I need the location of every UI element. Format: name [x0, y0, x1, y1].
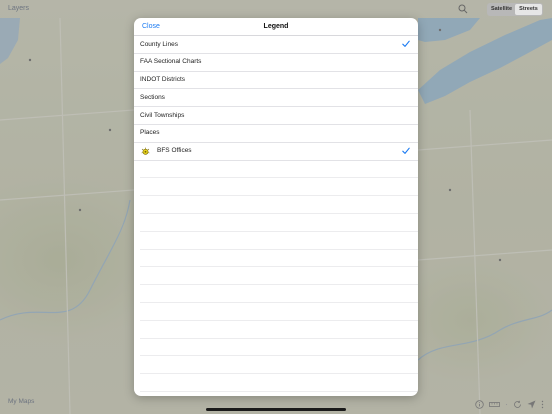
layers-button[interactable]: Layers [8, 5, 29, 12]
legend-item-sections[interactable]: Sections [134, 89, 418, 108]
info-icon[interactable] [475, 400, 484, 409]
more-icon[interactable] [541, 400, 544, 409]
legend-item-label: BFS Offices [157, 147, 192, 155]
empty-row [140, 285, 418, 303]
legend-item-label: Sections [140, 93, 165, 101]
location-arrow-icon[interactable] [527, 400, 536, 409]
empty-row [140, 267, 418, 286]
empty-row [140, 321, 418, 339]
top-toolbar: Layers Satellite Streets [0, 0, 552, 18]
ruler-icon[interactable] [489, 400, 500, 409]
empty-row [140, 250, 418, 268]
empty-row [140, 374, 418, 392]
bfs-office-icon [141, 147, 150, 155]
legend-list: County Lines FAA Sectional Charts INDOT … [134, 36, 418, 392]
empty-row [140, 339, 418, 357]
legend-item-civil-townships[interactable]: Civil Townships [134, 107, 418, 125]
empty-row [140, 161, 418, 179]
my-maps-button[interactable]: My Maps [8, 398, 34, 405]
checkmark-icon [402, 147, 410, 154]
search-icon[interactable] [458, 4, 468, 14]
satellite-segment[interactable]: Satellite [488, 4, 515, 15]
empty-row [140, 214, 418, 232]
legend-item-indot-districts[interactable]: INDOT Districts [134, 72, 418, 90]
bottom-tool-icons [475, 400, 544, 409]
legend-item-label: Places [140, 129, 160, 137]
home-indicator [206, 408, 346, 411]
legend-item-places[interactable]: Places [134, 125, 418, 143]
legend-header: Close Legend [134, 18, 418, 36]
legend-item-county-lines[interactable]: County Lines [134, 36, 418, 54]
empty-row [140, 356, 418, 375]
legend-item-label: INDOT Districts [140, 76, 186, 84]
empty-row-area [134, 161, 418, 392]
legend-title: Legend [263, 23, 289, 30]
legend-item-faa-sectional-charts[interactable]: FAA Sectional Charts [134, 54, 418, 72]
empty-row [140, 178, 418, 197]
legend-item-label: County Lines [140, 40, 178, 48]
bottom-toolbar: My Maps [0, 396, 552, 414]
refresh-icon[interactable] [513, 400, 522, 409]
checkmark-icon [402, 40, 410, 47]
legend-item-label: Civil Townships [140, 111, 185, 119]
legend-item-label: FAA Sectional Charts [140, 58, 202, 66]
map-type-segmented-control: Satellite Streets [487, 3, 543, 16]
legend-item-bfs-offices[interactable]: BFS Offices [134, 143, 418, 161]
empty-row [140, 196, 418, 214]
streets-segment[interactable]: Streets [515, 4, 542, 15]
legend-modal: Close Legend County Lines FAA Sectional … [134, 18, 418, 396]
empty-row [140, 303, 418, 321]
divider-icon [505, 403, 508, 406]
empty-row [140, 232, 418, 250]
